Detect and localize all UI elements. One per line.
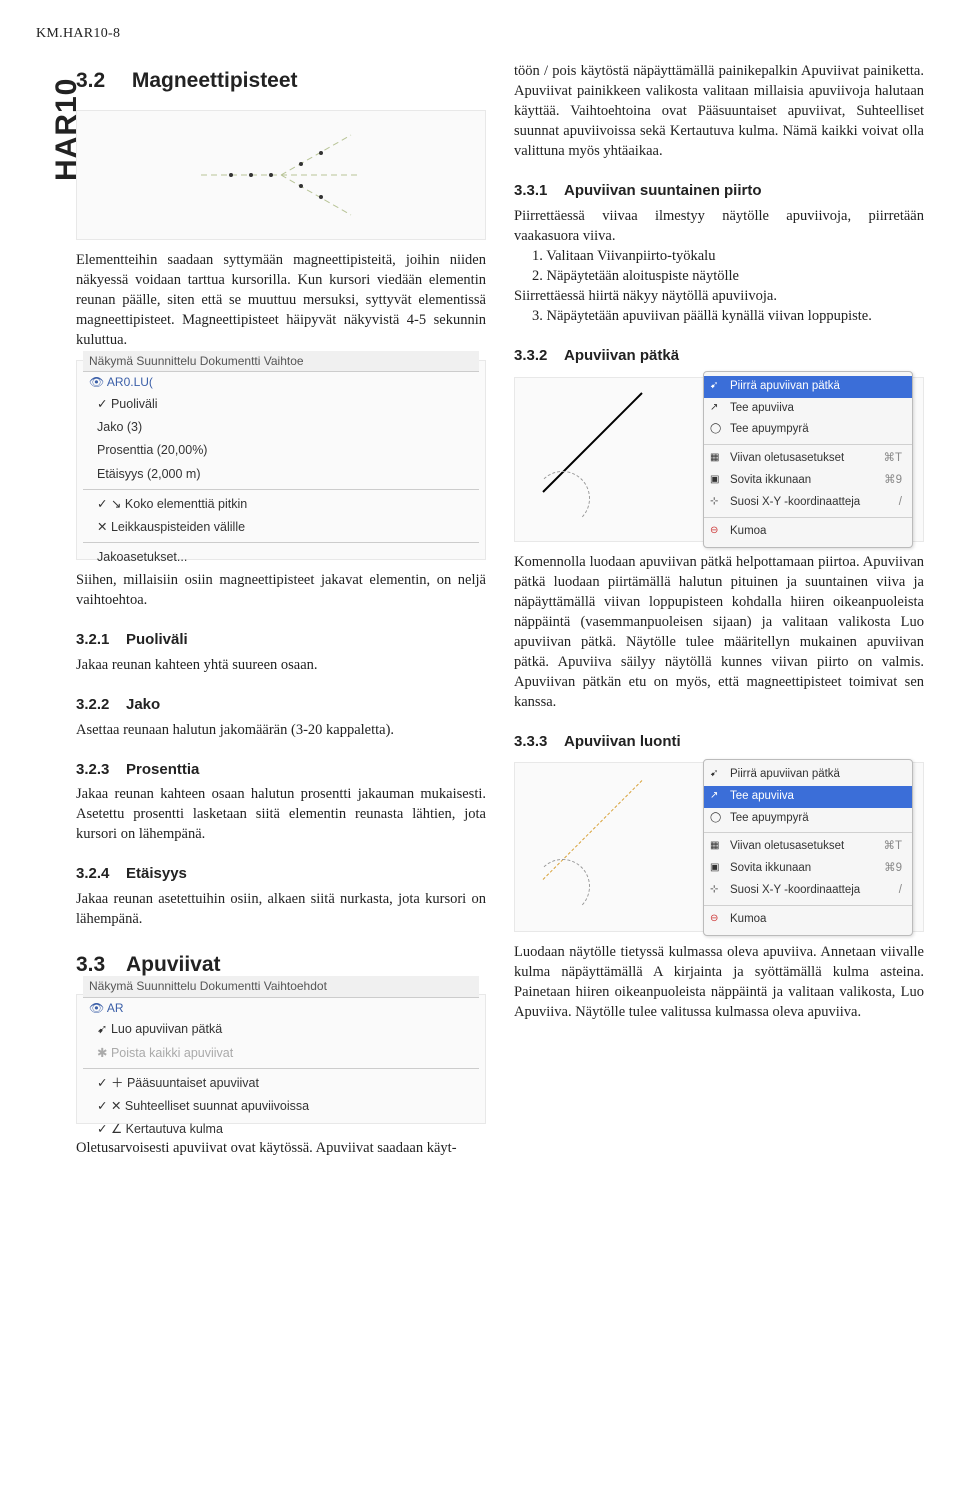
menu-divider: [83, 1068, 479, 1069]
left-column: 3.2 Magneettipisteet Elementteihin saada…: [76, 61, 486, 1158]
side-tab: HAR10: [46, 78, 87, 181]
ctx-item[interactable]: ◯Tee apuympyrä: [704, 419, 912, 441]
heading-3-2-2: 3.2.2Jako: [76, 695, 486, 716]
ctx-item[interactable]: ⊹Suosi X-Y -koordinaatteja/: [704, 492, 912, 514]
menu-item[interactable]: Jako (3): [83, 416, 156, 439]
figure-menu-magneettipisteet: Näkymä Suunnittelu Dokumentti Vaihtoe 👁 …: [76, 360, 486, 560]
para-options-intro: Siihen, millaisiin osiin magneettipistee…: [76, 570, 486, 610]
list-item-2: 2. Näpäytetään aloituspiste näytölle: [514, 266, 924, 286]
ctx-diagram: [525, 371, 691, 511]
heading-3-3-1: 3.3.1Apuviivan suuntainen piirto: [514, 181, 924, 202]
heading-3-2-3: 3.2.3Prosenttia: [76, 760, 486, 781]
right-column: töön / pois käytöstä näpäyttämällä paini…: [514, 61, 924, 1158]
list-item-1: 1. Valitaan Viivanpiirto-työkalu: [514, 246, 924, 266]
menu-item[interactable]: ✕ Suhteelliset suunnat apuviivoissa: [83, 1095, 323, 1118]
ctx-item[interactable]: ➹Piirrä apuviivan pätkä: [704, 764, 912, 786]
ctx-item[interactable]: ▣Sovita ikkunaan⌘9: [704, 858, 912, 880]
heading-3-2: 3.2 Magneettipisteet: [76, 67, 486, 96]
two-columns: 3.2 Magneettipisteet Elementteihin saada…: [76, 61, 924, 1158]
aro-label-1: 👁 AR0.LU(: [83, 372, 159, 393]
para-3-2-2: Asettaa reunaan halutun jakomäärän (3-20…: [76, 720, 486, 740]
para-bottom-cont: Oletusarvoisesti apuviivat ovat käytössä…: [76, 1138, 486, 1158]
figure-context-menu-2: ➹Piirrä apuviivan pätkä ↗Tee apuviiva ◯T…: [514, 762, 924, 932]
page-header: KM.HAR10-8: [36, 24, 924, 43]
menu-item[interactable]: Puoliväli: [83, 393, 172, 416]
heading-3-3-2: 3.3.2Apuviivan pätkä: [514, 346, 924, 367]
ctx-item[interactable]: ▦Viivan oletusasetukset⌘T: [704, 448, 912, 470]
para-3-2-3: Jakaa reunan kahteen osaan halutun prose…: [76, 784, 486, 844]
heading-3-2-4: 3.2.4Etäisyys: [76, 864, 486, 885]
ctx-divider: [704, 832, 912, 833]
heading-3-3-3: 3.3.3Apuviivan luonti: [514, 732, 924, 753]
ctx-item[interactable]: ⊖Kumoa: [704, 909, 912, 931]
para-3-2-4: Jakaa reunan asetettuihin osiin, alkaen …: [76, 889, 486, 929]
menu-item[interactable]: ↘ Koko elementtiä pitkin: [83, 493, 261, 516]
menu-item[interactable]: ✱ Poista kaikki apuviivat: [83, 1042, 247, 1065]
para-3-3-2: Komennolla luodaan apuviivan pätkä helpo…: [514, 552, 924, 712]
para-3-2-intro: Elementteihin saadaan syttymään magneett…: [76, 250, 486, 350]
ctx-item[interactable]: ◯Tee apuympyrä: [704, 808, 912, 830]
menu-item[interactable]: Etäisyys (2,000 m): [83, 463, 215, 486]
para-3-3-1a: Piirrettäessä viivaa ilmestyy näytölle a…: [514, 206, 924, 246]
ctx-item[interactable]: ▦Viivan oletusasetukset⌘T: [704, 836, 912, 858]
para-3-3-3: Luodaan näytölle tietyssä kulmassa oleva…: [514, 942, 924, 1022]
menu-strip-2: Näkymä Suunnittelu Dokumentti Vaihtoehdo…: [83, 976, 479, 998]
menu-divider: [83, 542, 479, 543]
menu-divider: [83, 489, 479, 490]
aro-label-2: 👁 AR: [83, 998, 130, 1019]
para-right-intro: töön / pois käytöstä näpäyttämällä paini…: [514, 61, 924, 161]
para-3-3-1b: Siirrettäessä hiirtä näkyy näytöllä apuv…: [514, 286, 924, 306]
ctx-divider: [704, 517, 912, 518]
context-menu: ➹Piirrä apuviivan pätkä ↗Tee apuviiva ◯T…: [703, 371, 913, 548]
para-3-2-1: Jakaa reunan kahteen yhtä suureen osaan.: [76, 655, 486, 675]
heading-title: Magneettipisteet: [132, 69, 298, 92]
ctx-item[interactable]: ▣Sovita ikkunaan⌘9: [704, 470, 912, 492]
heading-3-2-1: 3.2.1Puoliväli: [76, 630, 486, 651]
ctx-diagram-2: [525, 759, 691, 899]
figure-menu-apuviivat: Näkymä Suunnittelu Dokumentti Vaihtoehdo…: [76, 994, 486, 1124]
ctx-item-hl[interactable]: ↗Tee apuviiva: [704, 786, 912, 808]
figure-context-menu-1: ➹Piirrä apuviivan pätkä ↗Tee apuviiva ◯T…: [514, 377, 924, 542]
ctx-item-hl[interactable]: ➹Piirrä apuviivan pätkä: [704, 376, 912, 398]
menu-item[interactable]: Jakoasetukset...: [83, 546, 201, 569]
list-item-3: 3. Näpäytetään apuviivan päällä kynällä …: [514, 306, 924, 326]
menu-item[interactable]: ＋ Pääsuuntaiset apuviivat: [83, 1072, 273, 1095]
menu-item[interactable]: ➹ Luo apuviivan pätkä: [83, 1018, 236, 1041]
ctx-divider: [704, 905, 912, 906]
menu-strip-1: Näkymä Suunnittelu Dokumentti Vaihtoe: [83, 351, 479, 373]
ctx-item[interactable]: ⊖Kumoa: [704, 521, 912, 543]
figure-magnet-angle: [76, 110, 486, 240]
content-area: HAR10 3.2 Magneettipisteet Elementteihin…: [36, 61, 924, 1158]
angle-diagram-icon: [191, 120, 371, 230]
menu-item[interactable]: ✕ Leikkauspisteiden välille: [83, 516, 259, 539]
ctx-item[interactable]: ⊹Suosi X-Y -koordinaatteja/: [704, 880, 912, 902]
menu-item[interactable]: Prosenttia (20,00%): [83, 439, 221, 462]
context-menu-2: ➹Piirrä apuviivan pätkä ↗Tee apuviiva ◯T…: [703, 759, 913, 936]
ctx-divider: [704, 444, 912, 445]
ctx-item[interactable]: ↗Tee apuviiva: [704, 398, 912, 420]
